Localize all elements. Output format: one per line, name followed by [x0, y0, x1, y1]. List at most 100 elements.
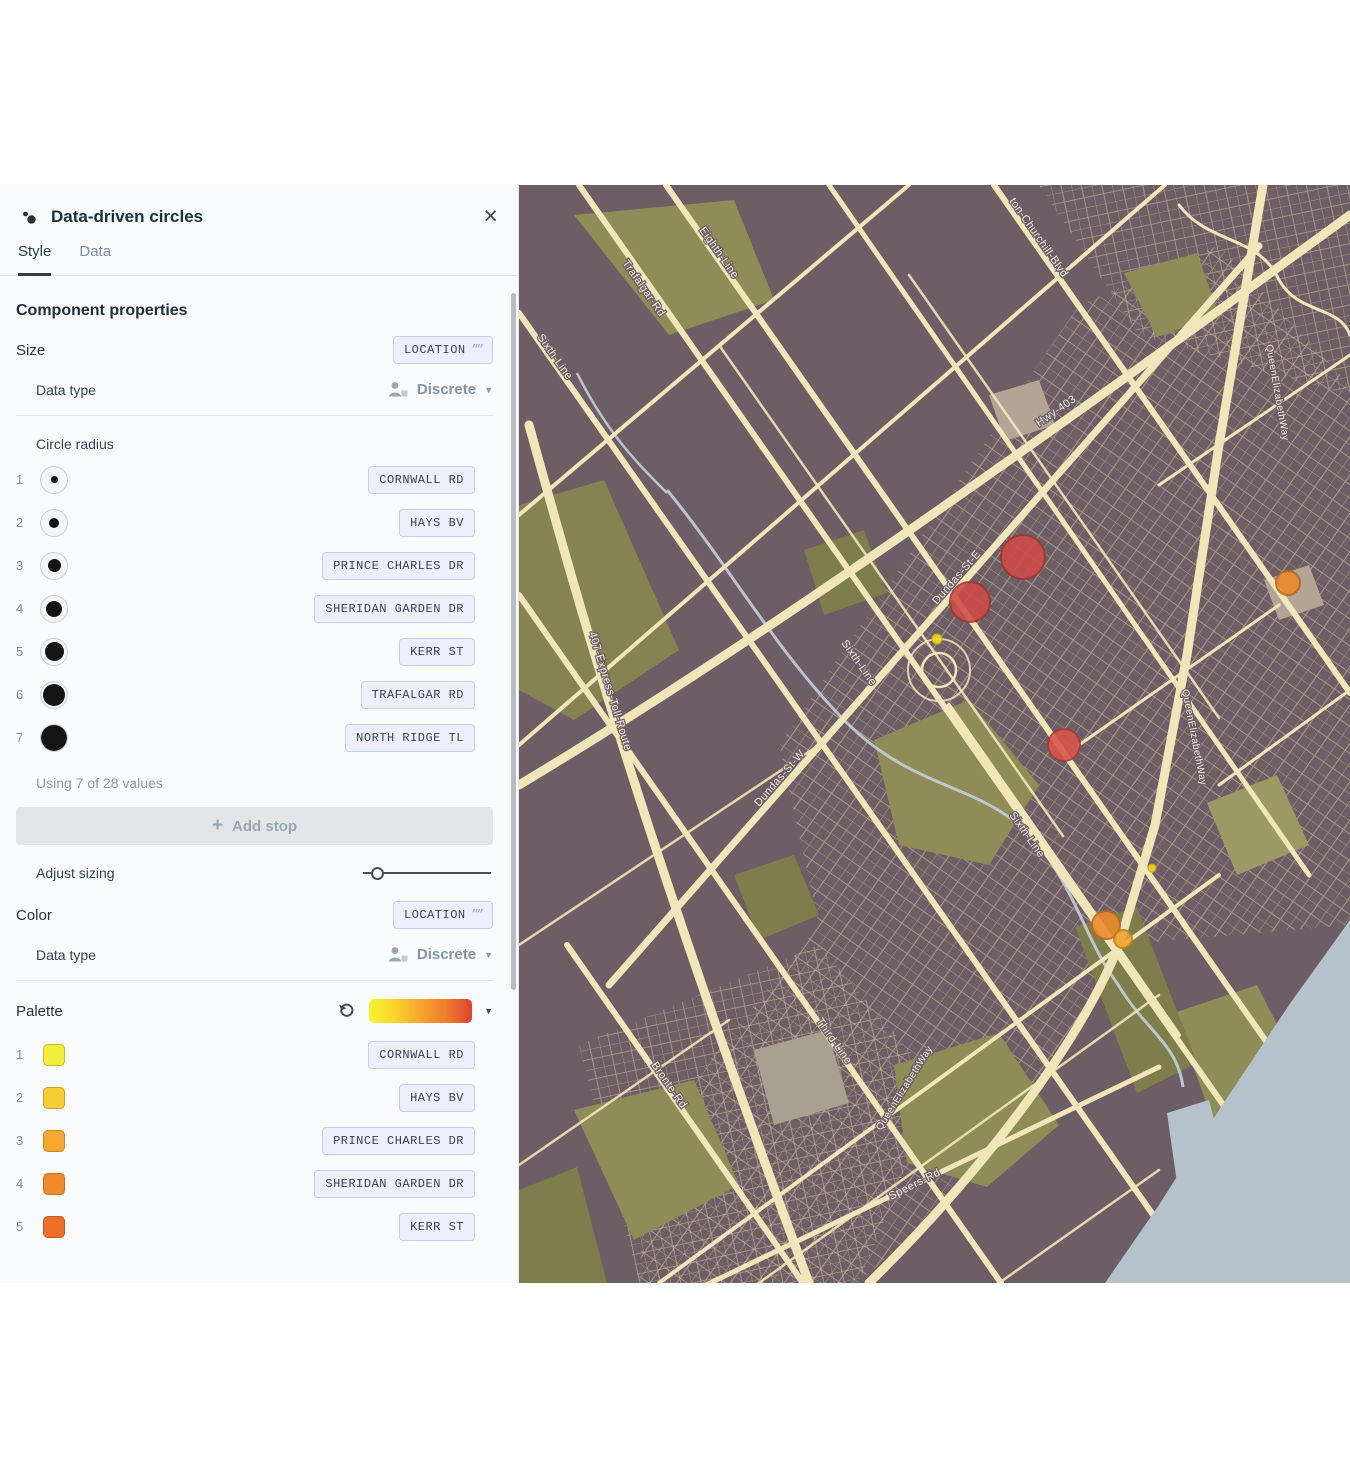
- editor-window: Data-driven circles × Style Data Compone…: [0, 185, 1350, 1283]
- stop-index: 2: [16, 1090, 40, 1105]
- map-data-circle[interactable]: [950, 582, 990, 622]
- stop-index: 6: [16, 687, 40, 702]
- color-data-type-dropdown[interactable]: Discrete ▼: [387, 945, 493, 964]
- stop-index: 2: [16, 515, 40, 530]
- size-field-chip[interactable]: LOCATION””: [393, 336, 493, 364]
- stop-value-chip[interactable]: PRINCE CHARLES DR: [322, 1127, 475, 1155]
- map-data-circle[interactable]: [932, 634, 942, 644]
- map-data-circle[interactable]: [1276, 571, 1300, 595]
- data-type-value: Discrete: [417, 946, 476, 963]
- radius-swatch[interactable]: [40, 638, 68, 666]
- divider: [16, 415, 493, 416]
- stop-index: 3: [16, 558, 40, 573]
- tab-data[interactable]: Data: [79, 243, 111, 275]
- chevron-down-icon[interactable]: ▼: [484, 1006, 493, 1016]
- radius-stop-row: 2 HAYS BV: [16, 501, 493, 544]
- stop-index: 1: [16, 1047, 40, 1062]
- data-driven-circles-icon: [20, 208, 38, 226]
- color-label: Color: [16, 907, 52, 924]
- close-icon[interactable]: ×: [483, 204, 498, 229]
- discrete-type-icon: [387, 945, 409, 964]
- stop-value-chip[interactable]: KERR ST: [399, 1213, 475, 1241]
- adjust-sizing-slider[interactable]: [363, 865, 491, 881]
- map-canvas[interactable]: Eighth-LineTrafalgar-RdSixth-Lineton-Chu…: [519, 185, 1350, 1283]
- radius-swatch[interactable]: [40, 724, 68, 752]
- map-data-circle[interactable]: [1048, 729, 1080, 761]
- stop-index: 4: [16, 1176, 40, 1191]
- quotes-icon: ””: [472, 908, 482, 922]
- stop-index: 4: [16, 601, 40, 616]
- map-data-circle[interactable]: [1001, 535, 1045, 579]
- color-swatch[interactable]: [43, 1087, 65, 1109]
- size-label: Size: [16, 342, 45, 359]
- radius-swatch[interactable]: [40, 466, 68, 494]
- stop-index: 7: [16, 730, 40, 745]
- map[interactable]: Eighth-LineTrafalgar-RdSixth-Lineton-Chu…: [519, 185, 1350, 1283]
- stop-value-chip[interactable]: HAYS BV: [399, 1084, 475, 1112]
- stop-value-chip[interactable]: HAYS BV: [399, 509, 475, 537]
- discrete-type-icon: [387, 380, 409, 399]
- map-data-circle[interactable]: [1148, 864, 1156, 872]
- radius-swatch[interactable]: [40, 681, 68, 709]
- palette-gradient-swatch[interactable]: [369, 999, 472, 1023]
- stop-value-chip[interactable]: SHERIDAN GARDEN DR: [314, 595, 475, 623]
- add-stop-button[interactable]: + Add stop: [16, 807, 493, 845]
- radius-stop-row: 3 PRINCE CHARLES DR: [16, 544, 493, 587]
- panel-content: Component properties Size LOCATION”” Dat…: [0, 302, 518, 1248]
- stop-value-chip[interactable]: NORTH RIDGE TL: [345, 724, 475, 752]
- radius-swatch[interactable]: [40, 552, 68, 580]
- radius-stop-row: 7 NORTH RIDGE TL: [16, 716, 493, 759]
- map-data-circle[interactable]: [1114, 930, 1132, 948]
- palette-stop-row: 3 PRINCE CHARLES DR: [16, 1119, 493, 1162]
- radius-stop-row: 1 CORNWALL RD: [16, 458, 493, 501]
- usage-note: Using 7 of 28 values: [36, 775, 493, 791]
- stop-value-chip[interactable]: SHERIDAN GARDEN DR: [314, 1170, 475, 1198]
- plus-icon: +: [212, 815, 223, 837]
- tab-bar: Style Data: [0, 235, 518, 276]
- stop-value-chip[interactable]: PRINCE CHARLES DR: [322, 552, 475, 580]
- divider: [16, 980, 493, 981]
- radius-stop-row: 4 SHERIDAN GARDEN DR: [16, 587, 493, 630]
- palette-stop-row: 1 CORNWALL RD: [16, 1033, 493, 1076]
- panel-scrollbar[interactable]: [511, 293, 516, 990]
- section-heading: Component properties: [16, 302, 493, 320]
- radius-swatch[interactable]: [40, 595, 68, 623]
- radius-stop-row: 5 KERR ST: [16, 630, 493, 673]
- stop-value-chip[interactable]: TRAFALGAR RD: [361, 681, 475, 709]
- color-swatch[interactable]: [43, 1216, 65, 1238]
- panel-title: Data-driven circles: [51, 207, 470, 227]
- palette-label: Palette: [16, 1003, 63, 1020]
- color-swatch[interactable]: [43, 1044, 65, 1066]
- quotes-icon: ””: [472, 343, 482, 357]
- tab-style[interactable]: Style: [18, 243, 51, 276]
- stop-index: 5: [16, 644, 40, 659]
- chevron-down-icon: ▼: [484, 385, 493, 395]
- panel-header: Data-driven circles ×: [0, 185, 518, 235]
- circle-radius-list: 1 CORNWALL RD 2 HAYS BV 3 PRINCE CHARLES…: [16, 458, 493, 759]
- data-type-value: Discrete: [417, 381, 476, 398]
- stop-value-chip[interactable]: KERR ST: [399, 638, 475, 666]
- size-data-type-label: Data type: [36, 382, 96, 398]
- color-data-type-label: Data type: [36, 947, 96, 963]
- color-swatch[interactable]: [43, 1130, 65, 1152]
- adjust-sizing-label: Adjust sizing: [36, 865, 115, 881]
- color-field-chip[interactable]: LOCATION””: [393, 901, 493, 929]
- stop-value-chip[interactable]: CORNWALL RD: [368, 466, 475, 494]
- radius-swatch[interactable]: [40, 509, 68, 537]
- stop-value-chip[interactable]: CORNWALL RD: [368, 1041, 475, 1069]
- radius-stop-row: 6 TRAFALGAR RD: [16, 673, 493, 716]
- chevron-down-icon: ▼: [484, 950, 493, 960]
- size-data-type-dropdown[interactable]: Discrete ▼: [387, 380, 493, 399]
- stop-index: 3: [16, 1133, 40, 1148]
- stop-index: 1: [16, 472, 40, 487]
- palette-stop-row: 5 KERR ST: [16, 1205, 493, 1248]
- reset-palette-icon[interactable]: [337, 1002, 355, 1020]
- slider-handle[interactable]: [371, 867, 384, 880]
- color-swatch[interactable]: [43, 1173, 65, 1195]
- palette-stop-list: 1 CORNWALL RD 2 HAYS BV 3 PRINCE CHARLES…: [16, 1033, 493, 1248]
- circle-radius-label: Circle radius: [36, 436, 114, 452]
- style-panel: Data-driven circles × Style Data Compone…: [0, 185, 519, 1283]
- stop-index: 5: [16, 1219, 40, 1234]
- palette-stop-row: 4 SHERIDAN GARDEN DR: [16, 1162, 493, 1205]
- palette-stop-row: 2 HAYS BV: [16, 1076, 493, 1119]
